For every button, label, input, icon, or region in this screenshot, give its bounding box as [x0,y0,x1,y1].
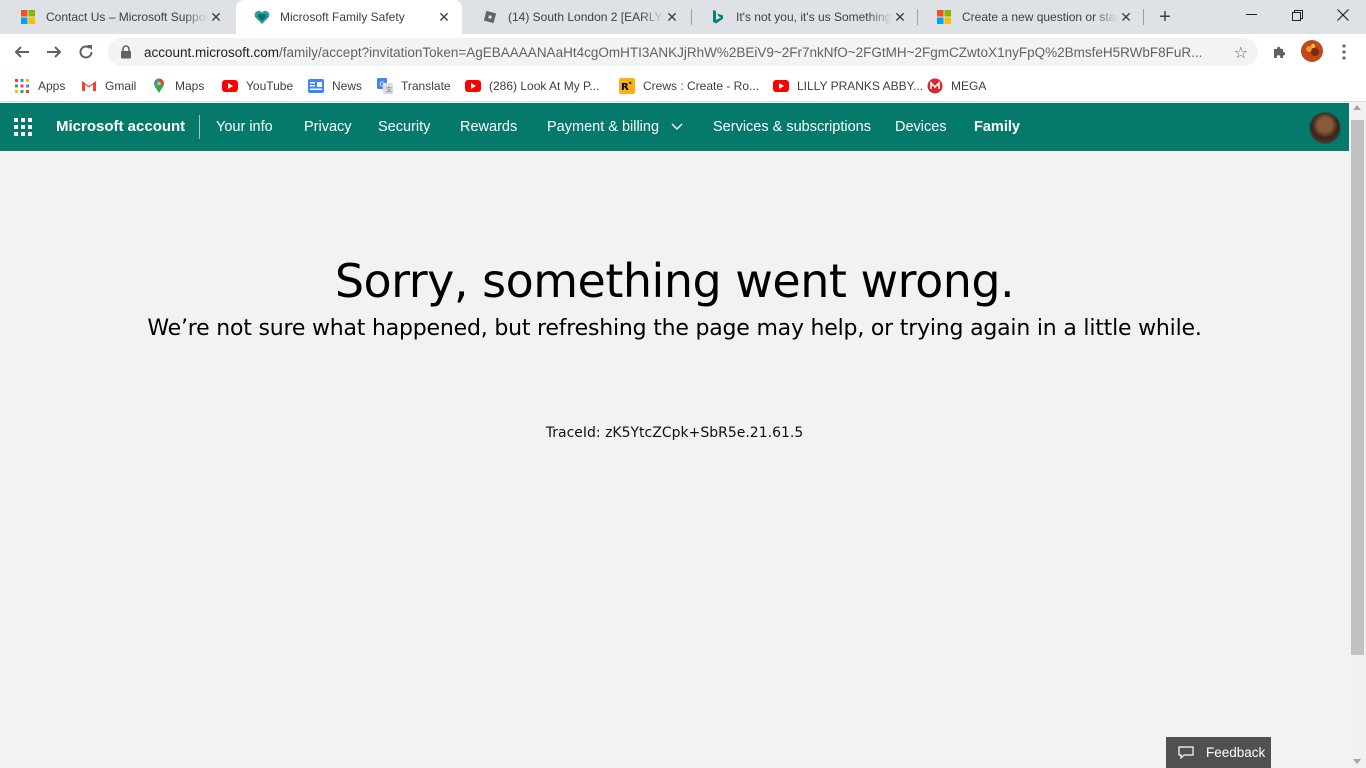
bookmark-label: YouTube [246,79,294,93]
bookmark-gmail[interactable]: Gmail [81,76,136,96]
svg-text:G: G [380,81,385,89]
close-tab-icon[interactable]: ✕ [1118,9,1134,25]
restore-icon[interactable] [1274,0,1320,30]
nav-link-privacy[interactable]: Privacy [304,103,352,151]
nav-link-your-info[interactable]: Your info [216,103,273,151]
close-window-icon[interactable] [1320,0,1366,30]
close-tab-icon[interactable]: ✕ [664,9,680,25]
nav-link-payment-billing[interactable]: Payment & billing [547,103,683,151]
nav-link-family[interactable]: Family [974,103,1020,151]
close-tab-icon[interactable]: ✕ [436,9,452,25]
url-host: account.microsoft.com [144,44,280,60]
microsoft-account-nav: Microsoft account Your info Privacy Secu… [0,103,1349,151]
microsoft-logo-icon [936,9,952,25]
profile-avatar-icon[interactable] [1300,39,1324,63]
nav-link-devices[interactable]: Devices [895,103,947,151]
close-tab-icon[interactable]: ✕ [892,9,908,25]
bookmark-label: Crews : Create - Ro... [643,79,760,93]
bookmark-crews[interactable]: R * Crews : Create - Ro... [619,76,759,96]
nav-divider [199,115,200,139]
apps-grid-icon [14,78,30,94]
bookmark-label: Translate [401,79,451,93]
error-message: We’re not sure what happened, but refres… [147,316,1202,341]
feedback-label: Feedback [1206,745,1266,760]
nav-link-rewards[interactable]: Rewards [460,103,517,151]
bookmark-maps[interactable]: Maps [151,76,204,96]
new-tab-plus-icon[interactable]: + [1154,6,1176,28]
bookmark-label: News [332,79,363,93]
microsoft-logo-icon [20,9,36,25]
page-scrollbar[interactable] [1349,103,1366,768]
reload-icon[interactable] [72,38,100,66]
app-launcher-waffle-icon[interactable] [14,118,32,136]
tab-title: Create a new question or start a discuss… [962,10,1118,24]
trace-id: TraceId: zK5YtcZCpk+SbR5e.21.61.5 [545,425,804,441]
bing-icon [710,9,726,25]
nav-link-services-subscriptions[interactable]: Services & subscriptions [713,103,871,151]
chevron-down-icon [671,103,683,151]
more-menu-icon[interactable] [1334,42,1354,62]
bookmark-youtube[interactable]: YouTube [222,76,293,96]
tab-title: It's not you, it's us Something went wro… [736,10,892,24]
url-text[interactable]: account.microsoft.com/family/accept?invi… [144,45,1214,60]
mega-icon [927,78,943,94]
forward-arrow-icon[interactable] [40,38,68,66]
bookmarks-bar: Apps Gmail Maps YouTube News G文 Translat… [0,70,1366,102]
tab-contact-us[interactable]: Contact Us – Microsoft Support ✕ [2,0,234,34]
nav-link-label: Payment & billing [547,119,660,135]
youtube-icon [773,78,789,94]
family-safety-heart-icon [254,9,270,25]
feedback-button[interactable]: Feedback [1166,737,1271,768]
back-arrow-icon[interactable] [8,38,36,66]
close-tab-icon[interactable]: ✕ [208,9,224,25]
tab-title: (14) South London 2 [EARLY ACCESS] [508,10,664,24]
gmail-icon [81,78,97,94]
bookmark-translate[interactable]: G文 Translate [377,76,451,96]
bookmark-label: Apps [38,79,66,93]
bookmark-apps[interactable]: Apps [14,76,65,96]
bookmark-look-at-my[interactable]: (286) Look At My P... [465,76,600,96]
tab-title: Contact Us – Microsoft Support [46,10,208,24]
bookmark-news[interactable]: News [308,76,362,96]
extensions-puzzle-icon[interactable] [1270,42,1290,62]
google-news-icon [308,78,324,94]
tab-family-safety[interactable]: Microsoft Family Safety ✕ [236,0,462,34]
scroll-up-arrow-icon[interactable] [1353,105,1361,110]
rockstar-icon: R * [619,78,635,94]
scrollbar-thumb[interactable] [1351,120,1364,655]
feedback-speech-bubble-icon [1178,746,1194,760]
error-heading: Sorry, something went wrong. [334,254,1015,308]
minimize-icon[interactable] [1228,0,1274,30]
bookmark-label: MEGA [951,79,987,93]
maps-pin-icon [151,78,167,94]
bookmark-lilly-pranks[interactable]: LILLY PRANKS ABBY... [773,76,923,96]
bookmark-label: (286) Look At My P... [489,79,600,93]
browser-toolbar: account.microsoft.com/family/accept?invi… [0,34,1366,70]
bookmark-label: Maps [175,79,205,93]
tab-bing[interactable]: It's not you, it's us Something went wro… [692,0,918,34]
bookmark-star-icon[interactable]: ☆ [1234,43,1248,63]
youtube-icon [465,78,481,94]
address-bar[interactable]: account.microsoft.com/family/accept?invi… [108,38,1258,66]
tab-create-question[interactable]: Create a new question or start a discuss… [918,0,1144,34]
microsoft-account-brand[interactable]: Microsoft account [56,103,185,151]
user-avatar[interactable] [1309,112,1341,144]
google-translate-icon: G文 [377,78,393,94]
nav-link-security[interactable]: Security [378,103,430,151]
bookmark-label: LILLY PRANKS ABBY... [797,79,924,93]
youtube-icon [222,78,238,94]
svg-text:文: 文 [386,86,392,94]
tab-separator [1143,9,1144,25]
bookmark-label: Gmail [105,79,137,93]
lock-icon[interactable] [120,45,134,59]
roblox-icon [482,9,498,25]
tab-title: Microsoft Family Safety [280,10,405,24]
scroll-down-arrow-icon[interactable] [1353,759,1361,764]
tab-south-london[interactable]: (14) South London 2 [EARLY ACCESS] ✕ [464,0,690,34]
browser-tabstrip: Contact Us – Microsoft Support ✕ Microso… [0,0,1366,34]
url-path: /family/accept?invitationToken=AgEBAAAAN… [279,44,1203,60]
bookmark-mega[interactable]: MEGA [927,76,986,96]
